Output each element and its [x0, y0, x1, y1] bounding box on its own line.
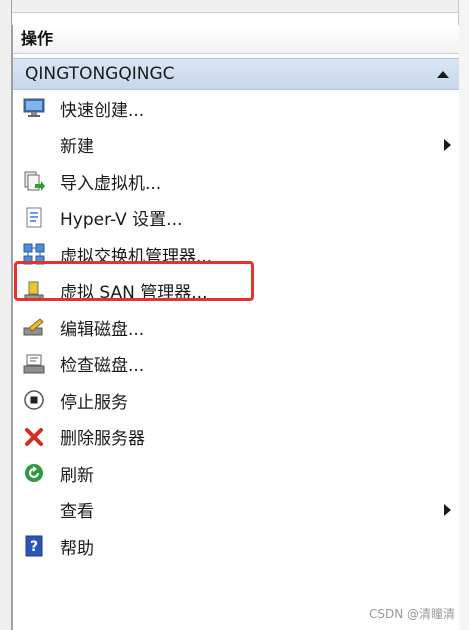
action-help[interactable]: ? 帮助 [13, 528, 459, 565]
import-vm-icon [22, 170, 46, 192]
inspect-disk-icon [22, 353, 46, 375]
action-label: 新建 [60, 137, 94, 158]
action-label: 停止服务 [60, 392, 128, 413]
action-label: 删除服务器 [60, 429, 145, 450]
svg-text:?: ? [30, 539, 38, 555]
server-group-label: QINGTONGQINGC [25, 64, 175, 84]
red-x-icon [22, 426, 46, 448]
submenu-arrow-icon [444, 503, 451, 516]
top-pane-edge [12, 0, 469, 13]
action-edit-disk[interactable]: 编辑磁盘... [13, 309, 459, 346]
action-label: 检查磁盘... [60, 356, 145, 377]
action-import-vm[interactable]: 导入虚拟机... [13, 163, 459, 200]
watermark: CSDN @清瞳清 [368, 607, 455, 621]
collapse-up-icon[interactable] [437, 71, 449, 78]
action-hyperv-settings[interactable]: Hyper-V 设置... [13, 200, 459, 237]
action-label: 快速创建... [60, 100, 145, 121]
settings-document-icon [22, 207, 46, 229]
actions-pane-title: 操作 [13, 25, 459, 54]
action-label: Hyper-V 设置... [60, 210, 183, 231]
action-view[interactable]: 查看 [13, 492, 459, 529]
highlight-annotation [14, 261, 254, 301]
action-inspect-disk[interactable]: 检查磁盘... [13, 346, 459, 383]
action-label: 帮助 [60, 538, 94, 559]
left-pane-edge [0, 0, 12, 630]
edit-disk-icon [22, 316, 46, 338]
actions-pane: 操作 QINGTONGQINGC 快速创建... 新建 导入虚拟机... Hyp… [12, 25, 459, 630]
help-book-icon: ? [22, 535, 46, 557]
server-group-header[interactable]: QINGTONGQINGC [13, 58, 459, 90]
action-new[interactable]: 新建 [13, 127, 459, 164]
action-label: 查看 [60, 502, 94, 523]
action-label: 刷新 [60, 465, 94, 486]
action-refresh[interactable]: 刷新 [13, 455, 459, 492]
action-stop-service[interactable]: 停止服务 [13, 382, 459, 419]
stop-circle-icon [22, 389, 46, 411]
action-label: 编辑磁盘... [60, 319, 145, 340]
submenu-arrow-icon [444, 138, 451, 151]
action-label: 导入虚拟机... [60, 173, 162, 194]
monitor-icon [22, 97, 46, 119]
scrollbar-track[interactable] [458, 0, 469, 630]
actions-list: 快速创建... 新建 导入虚拟机... Hyper-V 设置... 虚拟交换机管… [13, 90, 459, 565]
green-refresh-icon [22, 462, 46, 484]
action-quick-create[interactable]: 快速创建... [13, 90, 459, 127]
action-remove-server[interactable]: 删除服务器 [13, 419, 459, 456]
